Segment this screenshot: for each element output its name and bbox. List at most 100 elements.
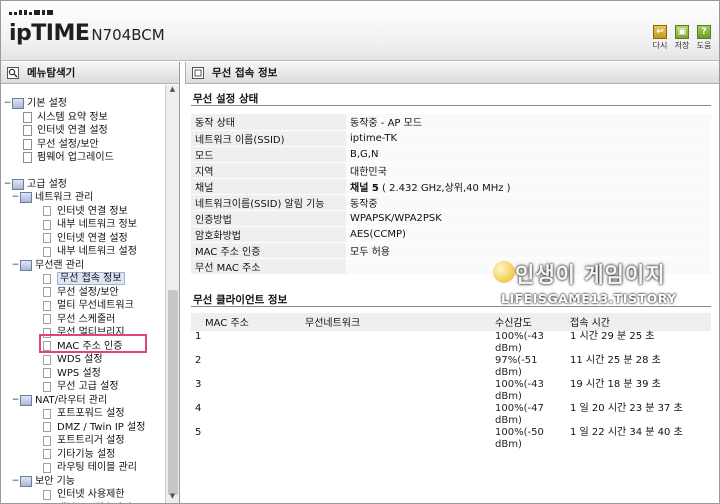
tree-folder[interactable]: − 고급 설정 [1, 178, 167, 192]
tree-item[interactable]: 내부 네트워크 설정 [1, 245, 167, 259]
tree-item[interactable]: 포트포워드 설정 [1, 407, 167, 421]
page-icon [43, 246, 51, 257]
tree-item[interactable]: 펌웨어 업그레이드 [1, 151, 167, 165]
status-key: 모드 [191, 146, 346, 163]
tree-folder[interactable]: − NAT/라우터 관리 [1, 394, 167, 408]
status-value: AES(CCMP) [346, 226, 711, 243]
page-icon [43, 233, 51, 244]
status-value: B,G,N [346, 146, 711, 163]
tree-folder[interactable]: − 무선랜 관리 [1, 259, 167, 273]
tree-label: 포트포워드 설정 [57, 408, 125, 419]
status-value: 채널 5 ( 2.432 GHz,상위,40 MHz ) [346, 178, 711, 195]
page-content: 무선 설정 상태 동작 상태 동작중 - AP 모드 네트워크 이름(SSID) ip… [191, 86, 711, 451]
page-icon [43, 287, 51, 298]
col-mac-address: MAC 주소 [191, 312, 301, 331]
brand-logo-mark [9, 10, 53, 15]
tree-item[interactable]: WPS 설정 [1, 367, 167, 381]
window-icon [192, 66, 204, 79]
tree-label: MAC 주소 인증 [57, 340, 123, 352]
menu-tree-scrollbar[interactable]: ▲ ▼ [165, 85, 179, 503]
client-connection-time: 19 시간 18 분 39 초 [570, 378, 661, 390]
back-button-label: 다시 [652, 41, 668, 50]
tree-item[interactable]: 내부 네트워크 정보 [1, 218, 167, 232]
collapse-toggle-icon[interactable]: − [3, 178, 12, 192]
menu-explorer-header: 메뉴탐색기 [1, 62, 179, 84]
status-row: 인증방법 WPAPSK/WPA2PSK [191, 210, 711, 227]
tree-label: 무선 스케줄러 [57, 313, 116, 325]
tree-item[interactable]: 멀티 무선네트워크 [1, 299, 167, 313]
tree-item[interactable]: 시스템 요약 정보 [1, 111, 167, 125]
tree-item[interactable]: 무선 접속 정보 [1, 272, 167, 286]
client-network [301, 354, 491, 379]
collapse-toggle-icon[interactable]: − [3, 97, 12, 111]
scroll-down-icon[interactable]: ▼ [166, 492, 179, 503]
status-key: 동작 상태 [191, 114, 346, 131]
page-icon [23, 125, 32, 137]
tree-label: 무선 접속 정보 [57, 272, 125, 286]
tree-item[interactable]: MAC 주소 인증 [1, 340, 167, 354]
tree-item[interactable]: 기타기능 설정 [1, 448, 167, 462]
tree-item[interactable]: 인터넷 연결 설정 [1, 232, 167, 246]
tree-label: 시스템 요약 정보 [37, 111, 108, 123]
client-row: 1 100%(-43 dBm) 1 시간 29 분 25 초 [191, 331, 711, 355]
page-icon [43, 462, 51, 473]
tree-label: 무선 멀티브리지 [57, 327, 125, 338]
tree-item[interactable]: 인터넷 연결 정보 [1, 205, 167, 219]
client-network [301, 379, 491, 403]
tree-item[interactable]: 무선 설정/보안 [1, 138, 167, 152]
client-signal: 100%(-43 dBm) [495, 330, 544, 354]
collapse-toggle-icon[interactable]: − [11, 191, 20, 205]
page-icon [43, 449, 51, 460]
tree-item[interactable]: 인터넷 연결 설정 [1, 124, 167, 138]
collapse-toggle-icon[interactable]: − [11, 394, 20, 408]
collapse-toggle-icon[interactable]: − [11, 259, 20, 273]
client-row: 5 100%(-50 dBm) 1 일 22 시간 34 분 40 초 [191, 427, 711, 451]
content-header: 무선 접속 정보 [185, 62, 719, 84]
client-network [301, 331, 491, 355]
tree-item[interactable]: 인터넷 사용제한 [1, 488, 167, 502]
back-button[interactable]: ↩ 다시 [651, 25, 669, 51]
tree-item[interactable]: 라우팅 테이블 관리 [1, 461, 167, 475]
status-value-text: 대한민국 [350, 166, 387, 178]
status-value: 동작중 [346, 194, 711, 211]
client-row: 2 97%(-51 dBm) 11 시간 25 분 28 초 [191, 354, 711, 379]
client-signal: 97%(-51 dBm) [491, 354, 566, 379]
status-section-title: 무선 설정 상태 [191, 88, 711, 106]
tree-label: 기타기능 설정 [57, 448, 116, 460]
tree-folder[interactable]: − 보안 기능 [1, 475, 167, 489]
save-button[interactable]: ▣ 저장 [673, 25, 691, 51]
tree-item[interactable]: 무선 멀티브리지 [1, 326, 167, 340]
help-button-label: 도움 [696, 41, 712, 50]
scroll-up-icon[interactable]: ▲ [166, 85, 179, 97]
tree-label: 고급 설정 [27, 178, 67, 190]
status-value-text: iptime-TK [350, 132, 398, 144]
tree-label: 무선랜 관리 [35, 259, 85, 271]
status-row: 지역 대한민국 [191, 162, 711, 179]
page-icon [43, 422, 51, 433]
page-icon [43, 381, 51, 392]
status-value-text: ( 2.432 GHz,상위,40 MHz ) [378, 182, 511, 194]
status-key: 지역 [191, 162, 346, 179]
tree-folder[interactable]: − 기본 설정 [1, 97, 167, 111]
collapse-toggle-icon[interactable]: − [11, 475, 20, 489]
status-value-text: 모두 허용 [350, 246, 390, 258]
tree-item[interactable]: DMZ / Twin IP 설정 [1, 421, 167, 435]
help-button[interactable]: ? 도움 [695, 25, 713, 51]
tree-item[interactable]: 무선 설정/보안 [1, 286, 167, 300]
tree-folder[interactable]: − 네트워크 관리 [1, 191, 167, 205]
scrollbar-thumb[interactable] [168, 290, 178, 495]
tree-item[interactable]: 무선 고급 설정 [1, 380, 167, 394]
tree-item[interactable]: 무선 스케줄러 [1, 313, 167, 327]
tree-label: 멀티 무선네트워크 [57, 300, 134, 311]
tree-item[interactable]: WDS 설정 [1, 353, 167, 367]
tree-label: 보안 기능 [35, 475, 75, 487]
tree-item[interactable]: 포트트리거 설정 [1, 434, 167, 448]
status-value: iptime-TK [346, 130, 711, 147]
page-title: 무선 접속 정보 [212, 67, 278, 79]
status-value: 동작중 - AP 모드 [346, 114, 711, 131]
page-icon [43, 341, 51, 352]
settings-folder-icon [20, 259, 32, 271]
page-icon [23, 138, 32, 150]
menu-tree: − 기본 설정 시스템 요약 정보 인터넷 연결 설정 무선 설정/보안 펌웨어 업그레이… [1, 85, 167, 503]
